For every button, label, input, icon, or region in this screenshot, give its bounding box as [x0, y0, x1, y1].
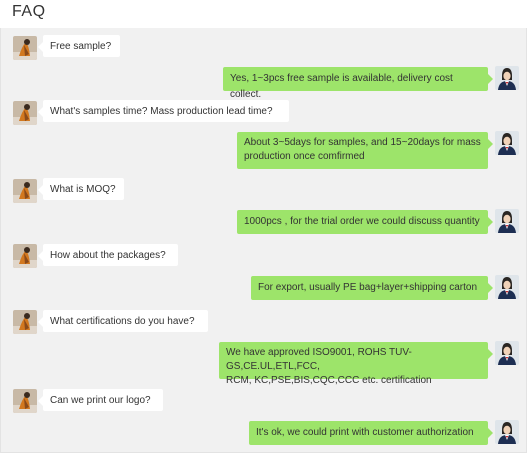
customer-avatar: [13, 389, 37, 413]
message-text: Can we print our logo?: [50, 395, 151, 406]
message-text: 1000pcs , for the trial order we could d…: [244, 216, 480, 227]
customer-avatar: [13, 101, 37, 125]
faq-page: FAQ Free sample? Yes, 1~3pcs free sample…: [0, 0, 527, 453]
message-text-line-2: RCM, KC,PSE,BIS,CQC,CCC etc. certificati…: [226, 375, 432, 386]
faq-header: FAQ: [0, 0, 527, 29]
message-text-line-1: About 3~5days for samples, and 15~20days…: [244, 137, 481, 148]
message-text: What is MOQ?: [50, 184, 116, 195]
customer-avatar: [13, 179, 37, 203]
customer-avatar: [13, 244, 37, 268]
message-text-line-1: We have approved ISO9001, ROHS TUV-GS,CE…: [226, 347, 412, 372]
page-title: FAQ: [12, 3, 46, 20]
message-text: What certifications do you have?: [50, 316, 195, 327]
message-text: It's ok, we could print with customer au…: [256, 427, 474, 438]
answer-bubble-certifications: We have approved ISO9001, ROHS TUV-GS,CE…: [219, 342, 493, 386]
message-text: How about the packages?: [50, 250, 166, 261]
question-bubble-certifications: What certifications do you have?: [38, 310, 208, 332]
answer-bubble-moq: 1000pcs , for the trial order we could d…: [237, 210, 493, 234]
agent-avatar: [495, 341, 519, 365]
message-text: For export, usually PE bag+layer+shippin…: [258, 282, 478, 293]
chat-area: Free sample? Yes, 1~3pcs free sample is …: [0, 28, 527, 453]
agent-avatar: [495, 209, 519, 233]
agent-avatar: [495, 66, 519, 90]
answer-bubble-logo: It's ok, we could print with customer au…: [249, 421, 493, 445]
question-bubble-moq: What is MOQ?: [38, 178, 124, 200]
message-text: What's samples time? Mass production lea…: [50, 106, 273, 117]
message-text-line-2: production once comfirmed: [244, 151, 365, 162]
message-text: Yes, 1~3pcs free sample is available, de…: [230, 73, 453, 100]
question-bubble-lead-time: What's samples time? Mass production lea…: [38, 100, 289, 122]
message-text: Free sample?: [50, 41, 112, 52]
customer-avatar: [13, 36, 37, 60]
answer-bubble-lead-time: About 3~5days for samples, and 15~20days…: [237, 132, 493, 169]
question-bubble-logo: Can we print our logo?: [38, 389, 163, 411]
customer-avatar: [13, 310, 37, 334]
agent-avatar: [495, 131, 519, 155]
answer-bubble-packages: For export, usually PE bag+layer+shippin…: [251, 276, 493, 300]
agent-avatar: [495, 420, 519, 444]
answer-bubble-sample: Yes, 1~3pcs free sample is available, de…: [223, 67, 493, 100]
agent-avatar: [495, 275, 519, 299]
question-bubble-sample: Free sample?: [38, 35, 120, 57]
question-bubble-packages: How about the packages?: [38, 244, 178, 266]
